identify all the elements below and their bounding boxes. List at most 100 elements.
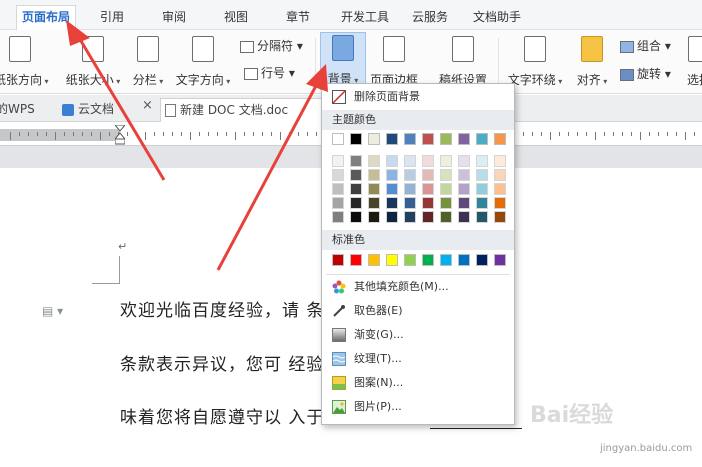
theme-shade-swatch[interactable] xyxy=(386,183,398,195)
paragraph-handle-icon[interactable]: ▤ ▾ xyxy=(42,304,63,318)
tab-cloud-service[interactable]: 云服务 xyxy=(404,6,456,28)
texture-item[interactable]: 纹理(T)... xyxy=(322,348,514,370)
theme-shade-swatch[interactable] xyxy=(350,183,362,195)
tab-view[interactable]: 视图 xyxy=(216,6,256,28)
paper-size-button[interactable]: 纸张大小 xyxy=(62,34,124,90)
theme-shade-swatch[interactable] xyxy=(404,169,416,181)
standard-color-swatch[interactable] xyxy=(458,254,470,266)
theme-shade-swatch[interactable] xyxy=(440,197,452,209)
standard-color-swatch[interactable] xyxy=(332,254,344,266)
tab-chapter[interactable]: 章节 xyxy=(278,6,318,28)
theme-shade-swatch[interactable] xyxy=(422,169,434,181)
theme-shade-swatch[interactable] xyxy=(404,197,416,209)
manuscript-settings-button[interactable]: 稿纸设置 xyxy=(436,34,490,90)
theme-shade-swatch[interactable] xyxy=(332,197,344,209)
rotate-button[interactable]: 旋转 ▾ xyxy=(620,64,671,84)
theme-color-swatch[interactable] xyxy=(440,133,452,145)
other-fill-color-item[interactable]: 其他填充颜色(M)... xyxy=(322,276,514,298)
tab-references[interactable]: 引用 xyxy=(92,6,132,28)
color-picker-item[interactable]: 取色器(E) xyxy=(322,300,514,322)
theme-shade-swatch[interactable] xyxy=(332,155,344,167)
standard-color-swatch[interactable] xyxy=(494,254,506,266)
theme-shade-swatch[interactable] xyxy=(422,197,434,209)
theme-shade-swatch[interactable] xyxy=(494,197,506,209)
tab-doc-assistant[interactable]: 文档助手 xyxy=(466,6,528,28)
theme-shade-swatch[interactable] xyxy=(368,183,380,195)
theme-shade-swatch[interactable] xyxy=(386,197,398,209)
align-button[interactable]: 对齐 xyxy=(572,34,612,90)
theme-color-swatch[interactable] xyxy=(458,133,470,145)
doc-tab-current[interactable]: 新建 DOC 文档.doc xyxy=(160,98,330,122)
theme-shade-swatch[interactable] xyxy=(494,211,506,223)
theme-shade-swatch[interactable] xyxy=(422,183,434,195)
theme-shade-swatch[interactable] xyxy=(440,183,452,195)
theme-shade-swatch[interactable] xyxy=(368,197,380,209)
columns-button[interactable]: 分栏 xyxy=(128,34,168,90)
theme-shade-swatch[interactable] xyxy=(440,169,452,181)
theme-shade-swatch[interactable] xyxy=(458,183,470,195)
theme-shade-swatch[interactable] xyxy=(476,197,488,209)
theme-shade-swatch[interactable] xyxy=(458,169,470,181)
standard-color-swatch[interactable] xyxy=(368,254,380,266)
tab-page-layout[interactable]: 页面布局 xyxy=(16,5,76,31)
background-button[interactable]: 背景 xyxy=(320,32,366,90)
remove-background-item[interactable]: 删除页面背景 xyxy=(322,86,514,108)
theme-shade-swatch[interactable] xyxy=(368,155,380,167)
standard-color-swatch[interactable] xyxy=(476,254,488,266)
group-button[interactable]: 组合 ▾ xyxy=(620,36,671,56)
theme-color-swatch[interactable] xyxy=(476,133,488,145)
picture-item[interactable]: 图片(P)... xyxy=(322,396,514,418)
theme-shade-swatch[interactable] xyxy=(422,155,434,167)
standard-color-swatch[interactable] xyxy=(404,254,416,266)
theme-shade-swatch[interactable] xyxy=(494,155,506,167)
theme-shade-swatch[interactable] xyxy=(404,211,416,223)
select-button[interactable]: 选择 xyxy=(682,34,702,90)
theme-shade-swatch[interactable] xyxy=(368,211,380,223)
standard-color-swatch[interactable] xyxy=(422,254,434,266)
theme-color-swatch[interactable] xyxy=(386,133,398,145)
gradient-item[interactable]: 渐变(G)... xyxy=(322,324,514,346)
paper-orientation-button[interactable]: 纸张方向 xyxy=(0,34,46,90)
theme-shade-swatch[interactable] xyxy=(386,211,398,223)
theme-color-swatch[interactable] xyxy=(368,133,380,145)
theme-shade-swatch[interactable] xyxy=(404,155,416,167)
text-direction-button[interactable]: 文字方向 xyxy=(172,34,234,90)
pattern-item[interactable]: 图案(N)... xyxy=(322,372,514,394)
doc-tab-cloud[interactable]: 云文档 xyxy=(62,98,142,122)
theme-shade-swatch[interactable] xyxy=(458,197,470,209)
theme-shade-swatch[interactable] xyxy=(458,211,470,223)
theme-shade-swatch[interactable] xyxy=(332,183,344,195)
theme-shade-swatch[interactable] xyxy=(422,211,434,223)
theme-shade-swatch[interactable] xyxy=(350,197,362,209)
theme-shade-swatch[interactable] xyxy=(440,211,452,223)
text-wrap-button[interactable]: 文字环绕 xyxy=(504,34,566,90)
theme-shade-swatch[interactable] xyxy=(476,183,488,195)
theme-color-swatch[interactable] xyxy=(350,133,362,145)
theme-shade-swatch[interactable] xyxy=(350,169,362,181)
theme-shade-swatch[interactable] xyxy=(494,169,506,181)
theme-color-swatch[interactable] xyxy=(404,133,416,145)
page-border-button[interactable]: 页面边框 xyxy=(368,34,420,90)
theme-shade-swatch[interactable] xyxy=(440,155,452,167)
line-number-button[interactable]: 行号 ▾ xyxy=(244,63,295,83)
theme-shade-swatch[interactable] xyxy=(332,169,344,181)
theme-color-swatch[interactable] xyxy=(332,133,344,145)
theme-color-swatch[interactable] xyxy=(494,133,506,145)
standard-color-swatch[interactable] xyxy=(440,254,452,266)
close-icon[interactable]: × xyxy=(142,98,153,113)
standard-color-swatch[interactable] xyxy=(386,254,398,266)
theme-shade-swatch[interactable] xyxy=(368,169,380,181)
tab-review[interactable]: 审阅 xyxy=(154,6,194,28)
theme-shade-swatch[interactable] xyxy=(458,155,470,167)
theme-color-swatch[interactable] xyxy=(422,133,434,145)
theme-shade-swatch[interactable] xyxy=(332,211,344,223)
theme-shade-swatch[interactable] xyxy=(476,155,488,167)
theme-shade-swatch[interactable] xyxy=(386,169,398,181)
doc-tab-wps[interactable]: 的WPS xyxy=(0,98,52,122)
indent-marker-icon[interactable] xyxy=(115,125,125,145)
theme-shade-swatch[interactable] xyxy=(404,183,416,195)
theme-shade-swatch[interactable] xyxy=(476,211,488,223)
standard-color-swatch[interactable] xyxy=(350,254,362,266)
theme-shade-swatch[interactable] xyxy=(494,183,506,195)
theme-shade-swatch[interactable] xyxy=(476,169,488,181)
